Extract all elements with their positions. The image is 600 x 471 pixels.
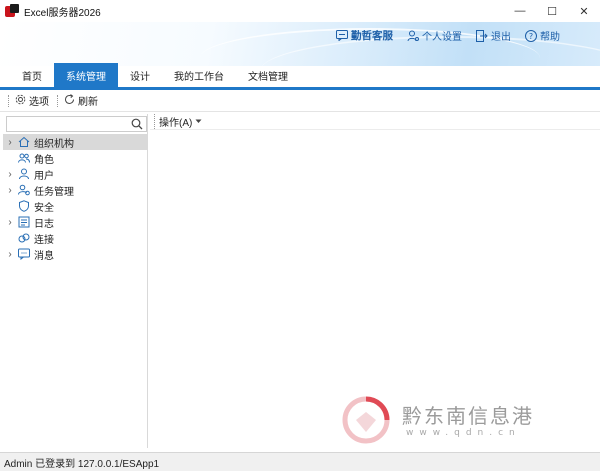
tab-system-management[interactable]: 系统管理: [54, 63, 118, 87]
options-label: 选项: [29, 97, 49, 108]
person-settings-icon: [407, 30, 419, 42]
svg-text:?: ?: [529, 32, 533, 41]
minimize-button[interactable]: —: [504, 0, 536, 22]
watermark-text: 黔东南信息港: [402, 404, 534, 428]
expand-arrow-icon[interactable]: ›: [3, 217, 17, 228]
login-status-text: Admin 已登录到 127.0.0.1/ESApp1: [4, 458, 160, 470]
tree-item-log[interactable]: › 日志: [3, 214, 148, 230]
exit-link[interactable]: 退出: [476, 28, 511, 43]
tree-item-security[interactable]: 安全: [3, 198, 148, 214]
window-controls: — ☐ ✕: [504, 0, 600, 22]
refresh-icon: [64, 93, 75, 108]
tree-item-connection[interactable]: 连接: [3, 230, 148, 246]
exit-icon: [476, 29, 488, 42]
expand-arrow-icon[interactable]: ›: [3, 137, 17, 148]
customer-service-label: 勤哲客服: [351, 30, 393, 42]
app-logo-icon: [5, 4, 19, 18]
tree-item-messages[interactable]: › 消息: [3, 246, 148, 262]
refresh-button[interactable]: 刷新: [64, 93, 98, 108]
tab-my-workbench[interactable]: 我的工作台: [162, 63, 236, 87]
watermark-logo-icon: [342, 396, 390, 444]
system-tree: › 组织机构 角色 › 用户 › 任务管理 安全 › 日志 连接 › 消息: [3, 134, 148, 262]
tree-item-label: 日志: [34, 218, 54, 230]
customer-service-link[interactable]: 勤哲客服: [336, 28, 393, 43]
title-bar: Excel服务器2026 — ☐ ✕: [0, 0, 600, 22]
exit-label: 退出: [491, 32, 511, 43]
tree-item-task-management[interactable]: › 任务管理: [3, 182, 148, 198]
tree-item-label: 组织机构: [34, 138, 74, 150]
tree-item-roles[interactable]: 角色: [3, 150, 148, 166]
tree-item-users[interactable]: › 用户: [3, 166, 148, 182]
tree-item-label: 用户: [34, 170, 54, 182]
tree-item-label: 连接: [34, 234, 54, 246]
search-input[interactable]: [7, 117, 127, 131]
window-title: Excel服务器2026: [24, 7, 101, 19]
refresh-label: 刷新: [78, 97, 98, 108]
operations-bar: 操作(A): [150, 114, 600, 130]
gear-icon: [15, 94, 26, 108]
tab-document-management[interactable]: 文档管理: [236, 63, 300, 87]
watermark: 黔东南信息港 www.qdn.cn: [340, 390, 570, 450]
expand-arrow-icon[interactable]: ›: [3, 249, 17, 260]
tab-design[interactable]: 设计: [118, 63, 162, 87]
banner-links: 勤哲客服 个人设置 退出 ? 帮助: [336, 28, 560, 43]
toolbar: 选项 刷新: [0, 90, 600, 112]
task-icon: [17, 183, 31, 197]
navigation-pane: › 组织机构 角色 › 用户 › 任务管理 安全 › 日志 连接 › 消息: [3, 114, 148, 448]
home-icon: [17, 135, 31, 149]
help-icon: ?: [525, 29, 537, 42]
message-icon: [17, 247, 31, 261]
close-button[interactable]: ✕: [568, 0, 600, 22]
tree-item-label: 角色: [34, 154, 54, 166]
personal-settings-link[interactable]: 个人设置: [407, 28, 462, 43]
help-link[interactable]: ? 帮助: [525, 28, 560, 43]
tree-item-label: 消息: [34, 250, 54, 262]
maximize-button[interactable]: ☐: [536, 0, 568, 22]
help-label: 帮助: [540, 32, 560, 43]
roles-icon: [17, 151, 31, 165]
log-icon: [17, 215, 31, 229]
dropdown-arrow-icon: [195, 116, 202, 127]
main-tabs: 首页 系统管理 设计 我的工作台 文档管理: [0, 63, 600, 90]
expand-arrow-icon[interactable]: ›: [3, 169, 17, 180]
operations-label: 操作(A): [159, 118, 193, 129]
tab-home[interactable]: 首页: [10, 63, 54, 87]
expand-arrow-icon[interactable]: ›: [3, 185, 17, 196]
user-icon: [17, 167, 31, 181]
operations-menu-button[interactable]: 操作(A): [154, 114, 202, 129]
chat-icon: [336, 30, 348, 41]
tree-item-label: 任务管理: [34, 186, 74, 198]
personal-settings-label: 个人设置: [422, 32, 462, 43]
link-icon: [17, 231, 31, 245]
options-button[interactable]: 选项: [15, 93, 49, 108]
watermark-subtext: www.qdn.cn: [406, 428, 521, 438]
shield-icon: [17, 199, 31, 213]
search-icon[interactable]: [131, 118, 143, 133]
tree-item-organization[interactable]: › 组织机构: [3, 134, 148, 150]
search-box: [6, 116, 147, 132]
header-banner: 勤哲客服 个人设置 退出 ? 帮助: [0, 22, 600, 66]
tree-item-label: 安全: [34, 202, 54, 214]
status-bar: Admin 已登录到 127.0.0.1/ESApp1: [0, 452, 600, 471]
